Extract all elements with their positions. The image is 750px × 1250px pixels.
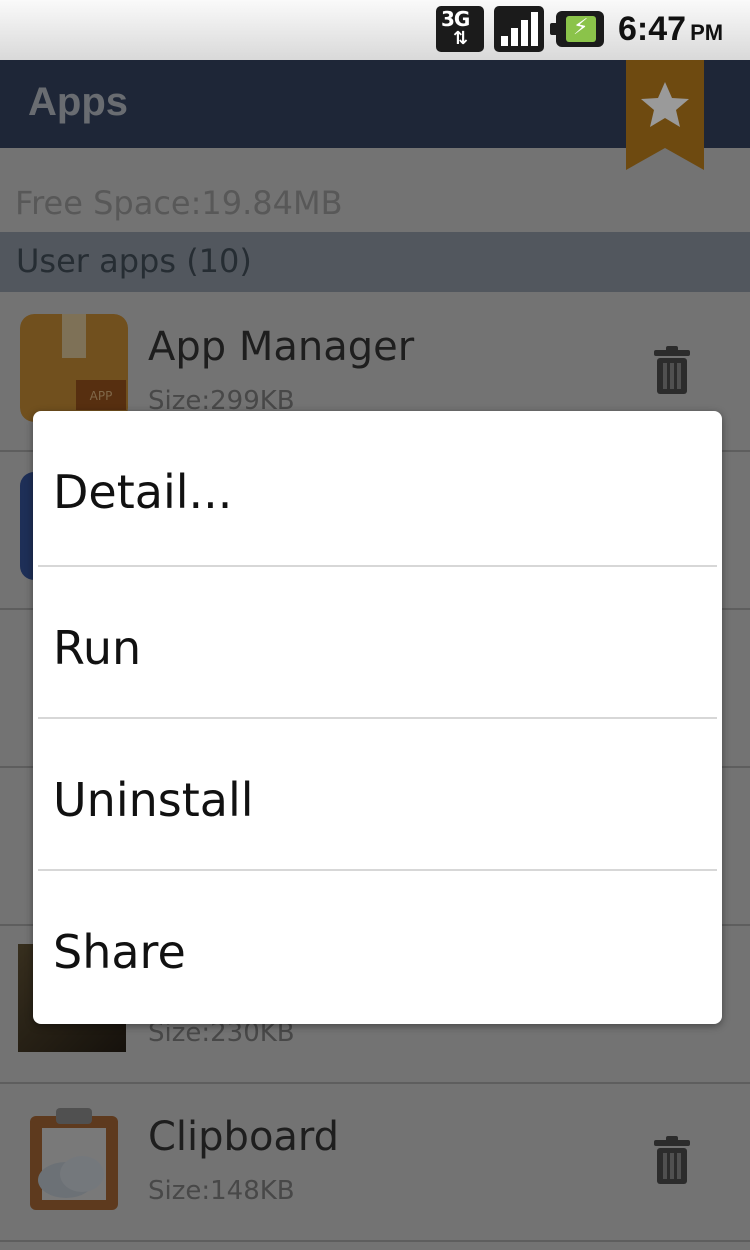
bookmark-star-icon[interactable] xyxy=(626,60,704,170)
menu-item-label: Detail... xyxy=(53,465,233,519)
network-3g-icon: 3G ⇅ xyxy=(436,6,484,52)
menu-item-label: Share xyxy=(53,925,186,979)
menu-item-detail[interactable]: Detail... xyxy=(33,411,722,563)
clock-time: 6:47 xyxy=(618,10,687,48)
menu-item-run[interactable]: Run xyxy=(33,567,722,719)
menu-item-uninstall[interactable]: Uninstall xyxy=(33,719,722,871)
signal-strength-icon xyxy=(494,6,544,52)
menu-item-label: Run xyxy=(53,621,142,675)
battery-charging-icon: ⚡ xyxy=(550,11,604,47)
menu-item-share[interactable]: Share xyxy=(33,871,722,1023)
clock-ampm: PM xyxy=(690,20,724,45)
data-arrows-icon: ⇅ xyxy=(453,28,469,49)
context-menu: Detail... Run Uninstall Share xyxy=(33,411,722,1024)
clock: 6:47 PM xyxy=(618,10,723,49)
menu-item-label: Uninstall xyxy=(53,773,254,827)
status-bar: 3G ⇅ ⚡ 6:47 PM xyxy=(0,0,750,60)
